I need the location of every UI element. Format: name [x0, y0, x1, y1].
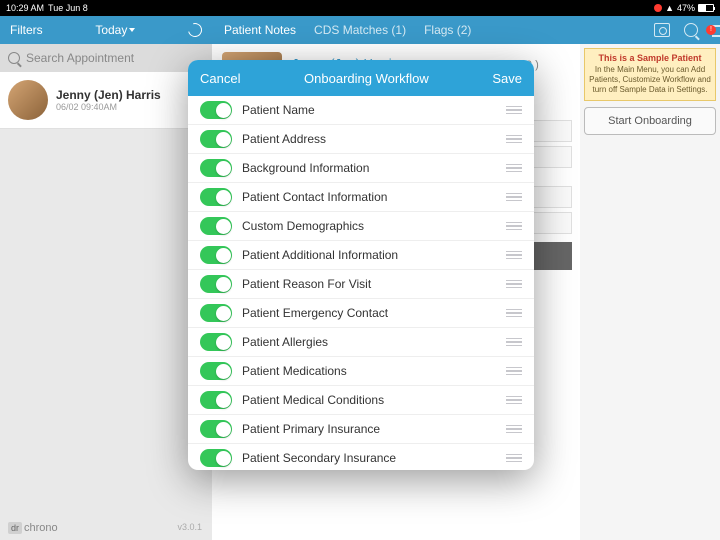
tab-cds-matches[interactable]: CDS Matches (1): [314, 23, 406, 37]
toggle-switch[interactable]: [200, 275, 232, 293]
status-time: 10:29 AM: [6, 3, 44, 13]
entry-time: 06/02 09:40AM: [56, 102, 185, 112]
drag-handle-icon[interactable]: [506, 222, 522, 231]
appointment-entry[interactable]: Jenny (Jen) Harris 06/02 09:40AM Ex: [0, 72, 212, 129]
row-label: Background Information: [242, 161, 496, 175]
battery-percent: 47%: [677, 3, 695, 13]
toggle-switch[interactable]: [200, 420, 232, 438]
brand: dr chrono: [8, 522, 58, 534]
workflow-row[interactable]: Patient Contact Information: [188, 183, 534, 212]
row-label: Patient Name: [242, 103, 496, 117]
drag-handle-icon[interactable]: [506, 425, 522, 434]
search-icon: [8, 52, 20, 64]
toggle-switch[interactable]: [200, 188, 232, 206]
toggle-switch[interactable]: [200, 246, 232, 264]
chevron-down-icon: [129, 28, 135, 32]
search-placeholder: Search Appointment: [26, 51, 134, 65]
record-icon: [654, 4, 662, 12]
row-label: Patient Reason For Visit: [242, 277, 496, 291]
workflow-row[interactable]: Patient Additional Information: [188, 241, 534, 270]
row-label: Patient Emergency Contact: [242, 306, 496, 320]
search-appointment[interactable]: Search Appointment: [0, 44, 212, 72]
workflow-row[interactable]: Background Information: [188, 154, 534, 183]
drag-handle-icon[interactable]: [506, 193, 522, 202]
workflow-row[interactable]: Patient Name: [188, 96, 534, 125]
workflow-row[interactable]: Patient Secondary Insurance: [188, 444, 534, 470]
notice-body: In the Main Menu, you can Add Patients, …: [589, 65, 711, 96]
refresh-icon[interactable]: [185, 20, 204, 39]
drag-handle-icon[interactable]: [506, 396, 522, 405]
toggle-switch[interactable]: [200, 217, 232, 235]
notice-title: This is a Sample Patient: [589, 53, 711, 65]
main-toolbar: Patient Notes CDS Matches (1) Flags (2) …: [212, 16, 720, 44]
workflow-row[interactable]: Patient Primary Insurance: [188, 415, 534, 444]
today-label: Today: [95, 23, 127, 37]
drag-handle-icon[interactable]: [506, 309, 522, 318]
filters-button[interactable]: Filters: [10, 23, 43, 37]
start-onboarding-button[interactable]: Start Onboarding: [584, 107, 716, 135]
version: v3.0.1: [177, 522, 202, 532]
drag-handle-icon[interactable]: [506, 454, 522, 463]
drag-handle-icon[interactable]: [506, 338, 522, 347]
row-label: Patient Contact Information: [242, 190, 496, 204]
toggle-switch[interactable]: [200, 159, 232, 177]
workflow-row[interactable]: Patient Address: [188, 125, 534, 154]
onboarding-workflow-modal: Cancel Onboarding Workflow Save Patient …: [188, 60, 534, 470]
brand-name: chrono: [24, 522, 58, 534]
drag-handle-icon[interactable]: [506, 164, 522, 173]
row-label: Patient Secondary Insurance: [242, 451, 496, 465]
sidebar: Filters Today Search Appointment Jenny (…: [0, 16, 212, 540]
wifi-icon: ▲: [665, 3, 674, 13]
workflow-row[interactable]: Patient Medical Conditions: [188, 386, 534, 415]
drag-handle-icon[interactable]: [506, 251, 522, 260]
drag-handle-icon[interactable]: [506, 367, 522, 376]
status-bar: 10:29 AM Tue Jun 8 ▲ 47%: [0, 0, 720, 16]
sample-notice: This is a Sample Patient In the Main Men…: [584, 48, 716, 101]
tab-flags[interactable]: Flags (2): [424, 23, 471, 37]
save-button[interactable]: Save: [492, 71, 522, 86]
toggle-switch[interactable]: [200, 304, 232, 322]
workflow-row[interactable]: Patient Medications: [188, 357, 534, 386]
row-label: Patient Medications: [242, 364, 496, 378]
status-date: Tue Jun 8: [48, 3, 88, 13]
sidebar-toolbar: Filters Today: [0, 16, 212, 44]
search-icon[interactable]: [684, 23, 698, 37]
workflow-row[interactable]: Custom Demographics: [188, 212, 534, 241]
row-label: Patient Additional Information: [242, 248, 496, 262]
workflow-row[interactable]: Patient Reason For Visit: [188, 270, 534, 299]
modal-header: Cancel Onboarding Workflow Save: [188, 60, 534, 96]
row-label: Patient Medical Conditions: [242, 393, 496, 407]
toggle-switch[interactable]: [200, 362, 232, 380]
toggle-switch[interactable]: [200, 130, 232, 148]
toggle-switch[interactable]: [200, 391, 232, 409]
toggle-switch[interactable]: [200, 449, 232, 467]
entry-name: Jenny (Jen) Harris: [56, 88, 185, 102]
row-label: Patient Address: [242, 132, 496, 146]
row-label: Patient Primary Insurance: [242, 422, 496, 436]
row-label: Custom Demographics: [242, 219, 496, 233]
row-label: Patient Allergies: [242, 335, 496, 349]
drag-handle-icon[interactable]: [506, 135, 522, 144]
workflow-row[interactable]: Patient Allergies: [188, 328, 534, 357]
tab-patient-notes[interactable]: Patient Notes: [224, 23, 296, 37]
cancel-button[interactable]: Cancel: [200, 71, 240, 86]
avatar: [8, 80, 48, 120]
toggle-switch[interactable]: [200, 333, 232, 351]
battery-icon: [698, 4, 714, 12]
camera-icon[interactable]: [654, 23, 670, 37]
workflow-row[interactable]: Patient Emergency Contact: [188, 299, 534, 328]
modal-body[interactable]: Patient Name Patient Address Background In…: [188, 96, 534, 470]
today-picker[interactable]: Today: [95, 23, 135, 37]
drag-handle-icon[interactable]: [506, 280, 522, 289]
drag-handle-icon[interactable]: [506, 106, 522, 115]
brand-prefix: dr: [8, 522, 22, 534]
modal-title: Onboarding Workflow: [304, 71, 429, 86]
alert-badge: !: [706, 25, 716, 35]
toggle-switch[interactable]: [200, 101, 232, 119]
